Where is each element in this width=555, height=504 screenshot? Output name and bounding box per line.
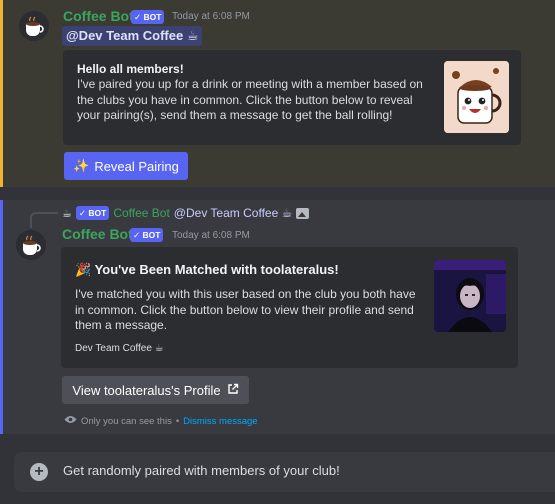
embed-title-text: You've Been Matched with toolateralus! <box>94 262 339 277</box>
coffee-cup-icon: ☕ <box>154 343 164 354</box>
bot-badge: ✓ BOT <box>130 228 164 242</box>
button-label: View toolateralus's Profile <box>72 382 221 398</box>
user-photo-icon <box>434 260 506 332</box>
ephemeral-notice: Only you can see this • Dismiss message <box>64 415 258 427</box>
author-name[interactable]: Coffee Bot <box>63 8 134 24</box>
coffee-cup-icon <box>16 230 46 260</box>
sparkles-icon: ✨ <box>73 158 90 173</box>
timestamp: Today at 6:08 PM <box>172 230 250 241</box>
coffee-mug-mascot-icon <box>444 61 509 133</box>
bot-badge: ✓ BOT <box>131 10 165 24</box>
bot-avatar[interactable] <box>19 11 49 41</box>
party-popper-icon: 🎉 <box>75 262 92 277</box>
timestamp: Today at 6:08 PM <box>172 11 250 22</box>
reply-author[interactable]: Coffee Bot <box>113 206 169 220</box>
reply-mention: @Dev Team Coffee ☕ <box>173 206 293 220</box>
user-avatar-thumbnail[interactable] <box>434 260 506 332</box>
embed-title: 🎉 You've Been Matched with toolateralus! <box>75 262 339 278</box>
reply-reference[interactable]: ☕ ✓ BOT Coffee Bot @Dev Team Coffee ☕ <box>62 204 310 222</box>
reveal-pairing-button[interactable]: ✨ Reveal Pairing <box>64 152 188 180</box>
message-composer[interactable]: + Get randomly paired with members of yo… <box>14 452 555 492</box>
message-highlighted: Coffee Bot ✓ BOT Today at 6:08 PM @Dev T… <box>0 0 555 187</box>
composer-placeholder: Get randomly paired with members of your… <box>63 463 340 478</box>
ephemeral-text: Only you can see this <box>81 415 172 427</box>
embed-footer: Dev Team Coffee ☕ <box>75 343 164 354</box>
embed-title: Hello all members! <box>77 62 184 76</box>
mention-text: @Dev Team Coffee <box>66 28 184 43</box>
role-mention[interactable]: @Dev Team Coffee ☕ <box>62 26 203 46</box>
reply-connector <box>30 212 58 228</box>
view-profile-button[interactable]: View toolateralus's Profile <box>62 376 249 404</box>
embed-description: I've matched you with this user based on… <box>75 287 416 332</box>
reply-mention-text: @Dev Team Coffee <box>173 206 279 220</box>
coffee-cup-icon <box>19 11 49 41</box>
image-icon <box>296 207 310 219</box>
separator: • <box>175 415 180 427</box>
button-label: Reveal Pairing <box>94 158 179 174</box>
coffee-cup-icon: ☕ <box>62 207 72 220</box>
coffee-cup-icon: ☕ <box>186 28 199 43</box>
bot-avatar[interactable] <box>16 230 46 260</box>
coffee-mascot-thumbnail[interactable] <box>444 61 509 133</box>
bot-badge: ✓ BOT <box>75 206 110 220</box>
plus-circle-icon[interactable]: + <box>30 463 48 481</box>
footer-text: Dev Team Coffee <box>75 343 152 354</box>
embed-description: I've paired you up for a drink or meetin… <box>77 77 423 122</box>
external-link-icon <box>227 383 239 398</box>
author-name[interactable]: Coffee Bot <box>62 226 133 242</box>
eye-icon <box>64 415 77 427</box>
dismiss-message-link[interactable]: Dismiss message <box>183 416 257 427</box>
